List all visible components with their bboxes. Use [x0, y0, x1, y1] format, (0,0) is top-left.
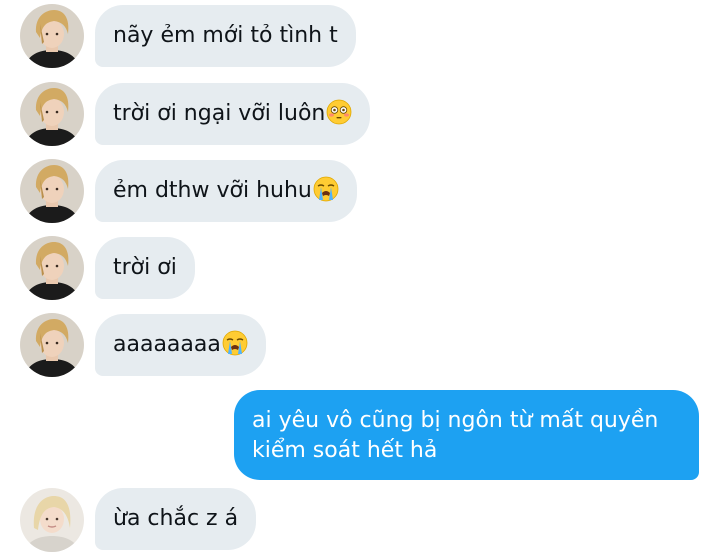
- avatar[interactable]: [20, 4, 84, 68]
- message-text: ẻm dthw vỡi huhu: [113, 178, 312, 203]
- message-row: trời ơi ngại vỡi luôn: [0, 82, 720, 146]
- message-text: ai yêu vô cũng bị ngôn từ mất quyền kiểm…: [252, 408, 659, 463]
- incoming-message-bubble[interactable]: ừa chắc z á: [95, 488, 257, 550]
- message-text: ừa chắc z á: [113, 506, 239, 531]
- incoming-message-bubble[interactable]: nãy ẻm mới tỏ tình t: [95, 5, 356, 67]
- loudly-crying-face-icon: [222, 330, 248, 356]
- incoming-message-bubble[interactable]: aaaaaaaa: [95, 314, 266, 376]
- message-text: trời ơi ngại vỡi luôn: [113, 101, 326, 126]
- message-text: nãy ẻm mới tỏ tình t: [113, 23, 338, 48]
- avatar[interactable]: [20, 313, 84, 377]
- incoming-message-bubble[interactable]: trời ơi ngại vỡi luôn: [95, 83, 371, 145]
- incoming-message-bubble[interactable]: ẻm dthw vỡi huhu: [95, 160, 357, 222]
- message-row: ẻm dthw vỡi huhu: [0, 159, 720, 223]
- message-row: aaaaaaaa: [0, 313, 720, 377]
- message-row: trời ơi: [0, 236, 720, 300]
- avatar[interactable]: [20, 488, 84, 552]
- avatar[interactable]: [20, 236, 84, 300]
- outgoing-message-bubble[interactable]: ai yêu vô cũng bị ngôn từ mất quyền kiểm…: [234, 390, 699, 480]
- message-row: ừa chắc z á: [0, 488, 720, 552]
- incoming-message-bubble[interactable]: trời ơi: [95, 237, 195, 299]
- loudly-crying-face-icon: [313, 176, 339, 202]
- message-row: nãy ẻm mới tỏ tình t: [0, 4, 720, 68]
- flushed-face-icon: [326, 99, 352, 125]
- avatar[interactable]: [20, 82, 84, 146]
- message-text: trời ơi: [113, 255, 177, 280]
- message-text: aaaaaaaa: [113, 332, 221, 357]
- avatar[interactable]: [20, 159, 84, 223]
